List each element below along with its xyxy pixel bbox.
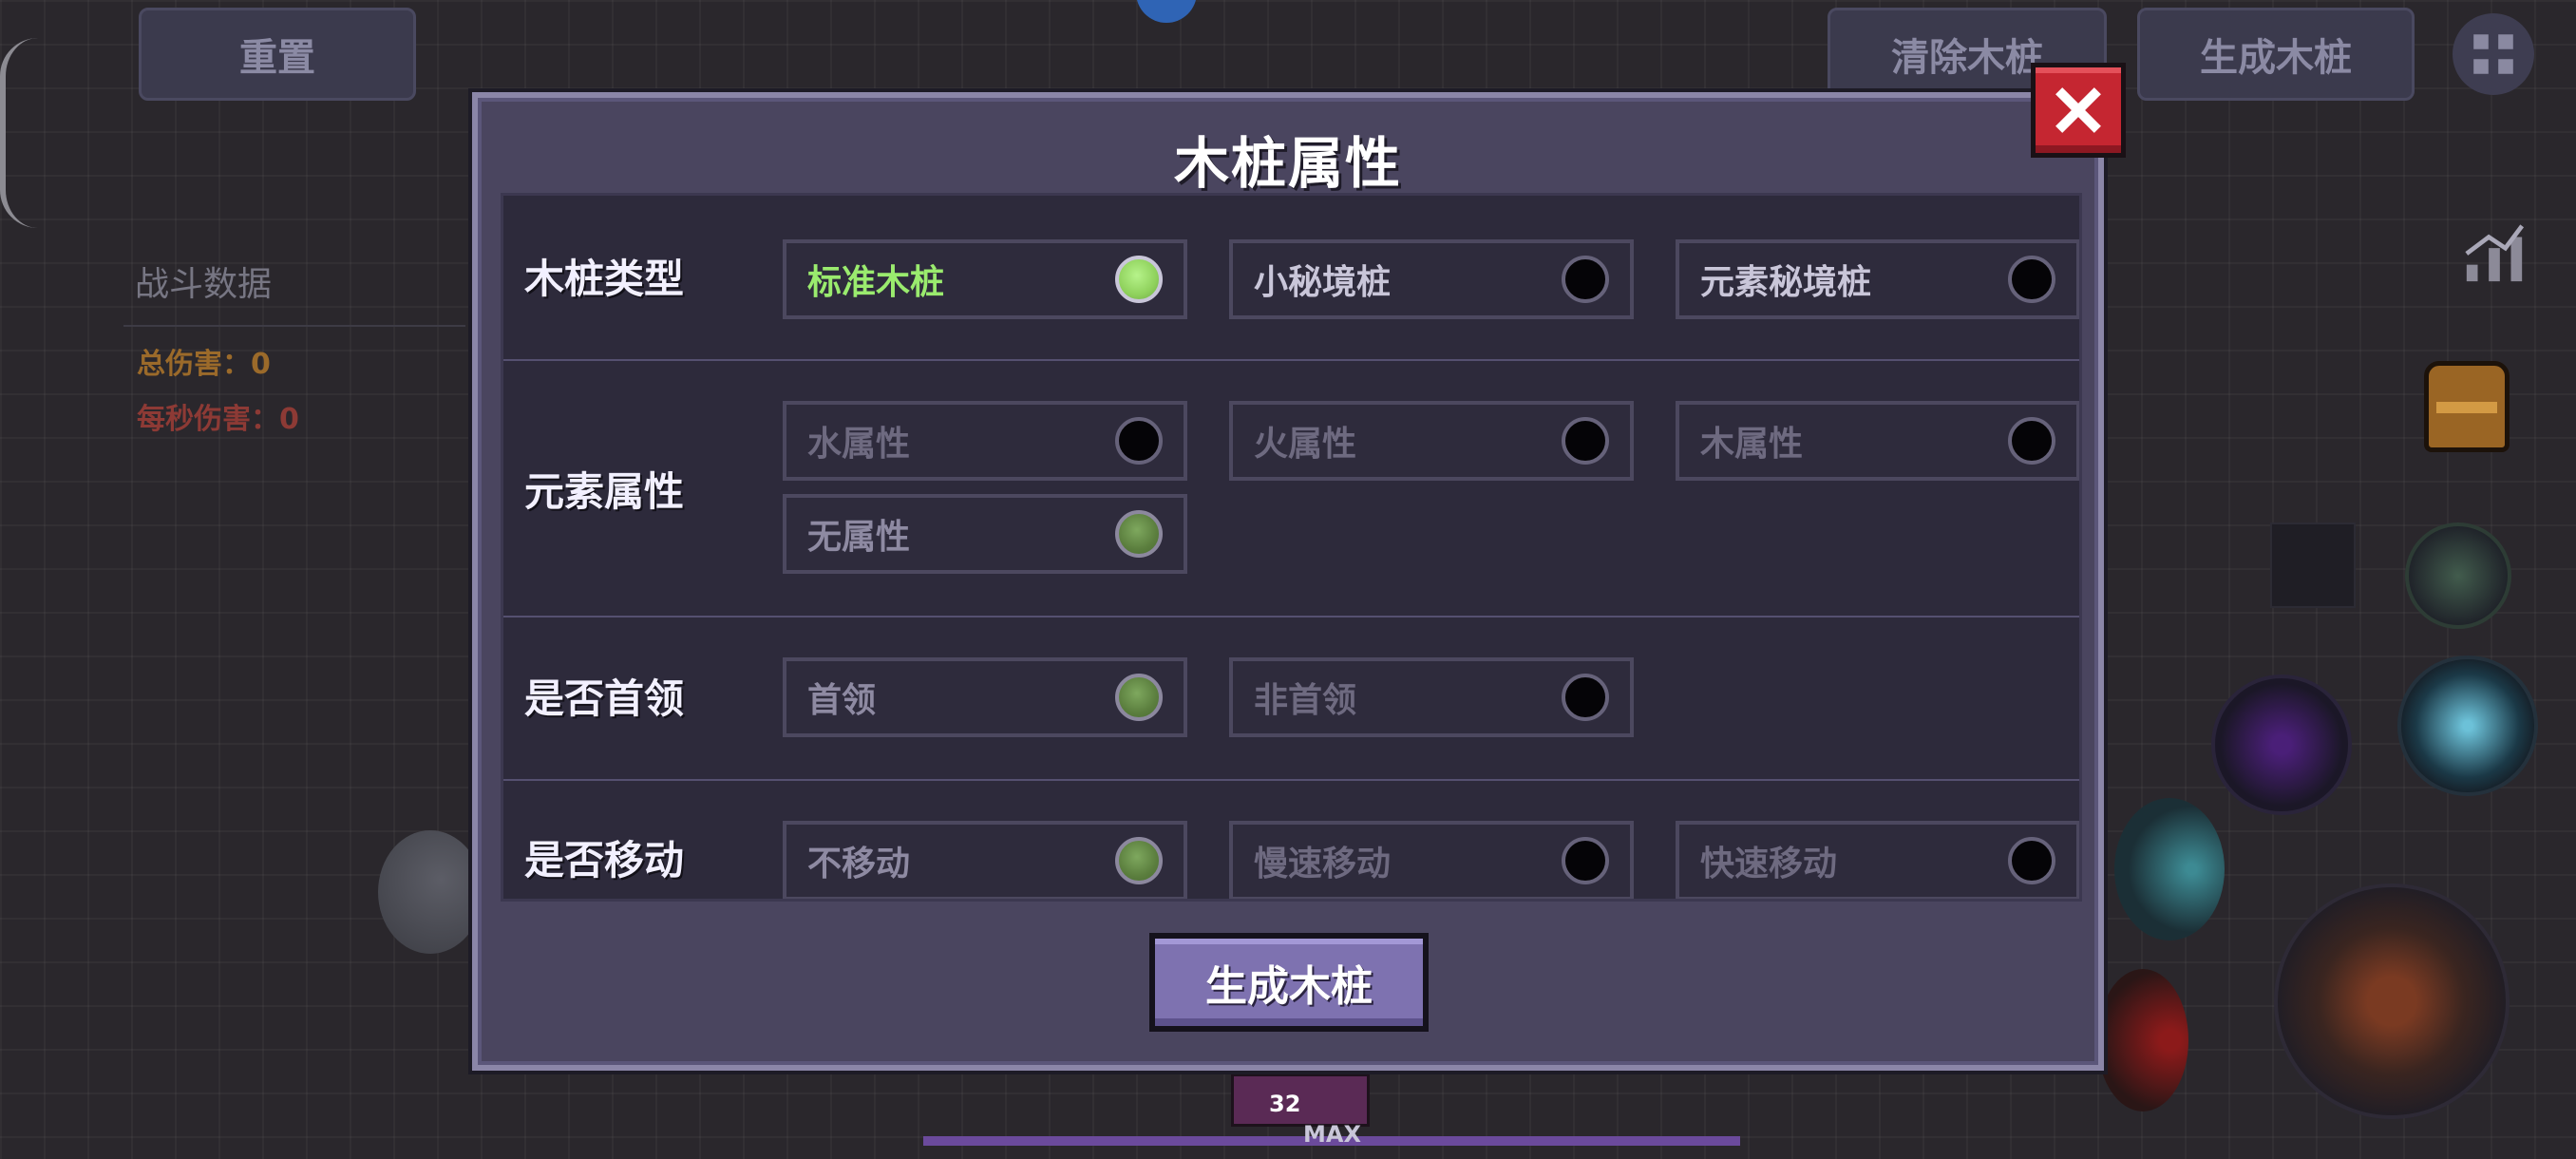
void-orb-skill-icon[interactable] — [2211, 674, 2352, 815]
ice-skill-icon[interactable] — [2397, 656, 2538, 796]
spawn-stakes-button[interactable]: 生成木桩 — [2137, 8, 2415, 101]
option-water[interactable]: 水属性 — [783, 401, 1187, 481]
max-label: MAX — [1303, 1121, 1361, 1148]
chart-icon[interactable] — [2460, 220, 2529, 287]
option-fast-move[interactable]: 快速移动 — [1676, 821, 2079, 899]
attack-button[interactable] — [2274, 884, 2510, 1119]
compass-icon — [1136, 0, 1197, 23]
section-element: 元素属性 水属性 火属性 木属性 无属性 — [503, 361, 2079, 618]
radio-icon — [1562, 256, 1609, 303]
option-no-element[interactable]: 无属性 — [783, 494, 1187, 574]
fire-skill-icon[interactable] — [2097, 969, 2188, 1112]
section-label: 木桩类型 — [524, 256, 685, 302]
section-label: 是否移动 — [524, 837, 685, 884]
section-label: 是否首领 — [524, 675, 685, 722]
total-damage: 总伤害：0 — [137, 348, 271, 381]
close-button[interactable] — [2031, 63, 2126, 158]
generate-stake-button[interactable]: 生成木桩 — [1149, 933, 1429, 1032]
reset-button[interactable]: 重置 — [139, 8, 416, 101]
radio-selected-icon — [1115, 837, 1163, 884]
radio-selected-icon — [1115, 510, 1163, 558]
radio-selected-icon — [1115, 674, 1163, 721]
section-movement: 是否移动 不移动 慢速移动 快速移动 — [503, 781, 2079, 899]
radio-icon — [1562, 837, 1609, 884]
weapon-level: 32 — [1269, 1091, 1301, 1117]
bow-icon — [0, 38, 44, 228]
backpack-icon[interactable] — [2424, 361, 2510, 452]
close-icon — [2055, 87, 2101, 133]
section-stake-type: 木桩类型 标准木桩 小秘境桩 元素秘境桩 — [503, 196, 2079, 361]
option-small-realm-stake[interactable]: 小秘境桩 — [1229, 239, 1634, 319]
option-wood[interactable]: 木属性 — [1676, 401, 2079, 481]
section-boss: 是否首领 首领 非首领 — [503, 618, 2079, 781]
joystick[interactable] — [378, 830, 483, 954]
radio-selected-icon — [1115, 256, 1163, 303]
radio-icon — [1562, 674, 1609, 721]
radio-icon — [2008, 417, 2055, 465]
battle-stats-panel: 战斗数据 总伤害：0 每秒伤害：0 — [123, 247, 465, 437]
option-standard-stake[interactable]: 标准木桩 — [783, 239, 1187, 319]
dps-value: 每秒伤害：0 — [137, 403, 299, 436]
option-element-realm-stake[interactable]: 元素秘境桩 — [1676, 239, 2079, 319]
option-fire[interactable]: 火属性 — [1229, 401, 1634, 481]
option-slow-move[interactable]: 慢速移动 — [1229, 821, 1634, 899]
battle-stats-title: 战斗数据 — [123, 247, 465, 327]
frost-tree-skill-icon[interactable] — [2114, 798, 2225, 940]
dialog-title: 木桩属性 — [1173, 131, 1402, 196]
radio-icon — [1115, 417, 1163, 465]
radio-icon — [2008, 837, 2055, 884]
option-stationary[interactable]: 不移动 — [783, 821, 1187, 899]
options-panel: 木桩类型 标准木桩 小秘境桩 元素秘境桩 元素属性 水属性 火属性 木属性 无属… — [501, 193, 2082, 902]
empty-slot[interactable] — [2270, 522, 2356, 608]
ghost-skill-icon[interactable] — [2405, 522, 2511, 629]
radio-icon — [2008, 256, 2055, 303]
radio-icon — [1562, 417, 1609, 465]
option-non-boss[interactable]: 非首领 — [1229, 657, 1634, 737]
option-boss[interactable]: 首领 — [783, 657, 1187, 737]
section-label: 元素属性 — [524, 468, 685, 515]
settings-icon[interactable] — [2453, 13, 2534, 95]
